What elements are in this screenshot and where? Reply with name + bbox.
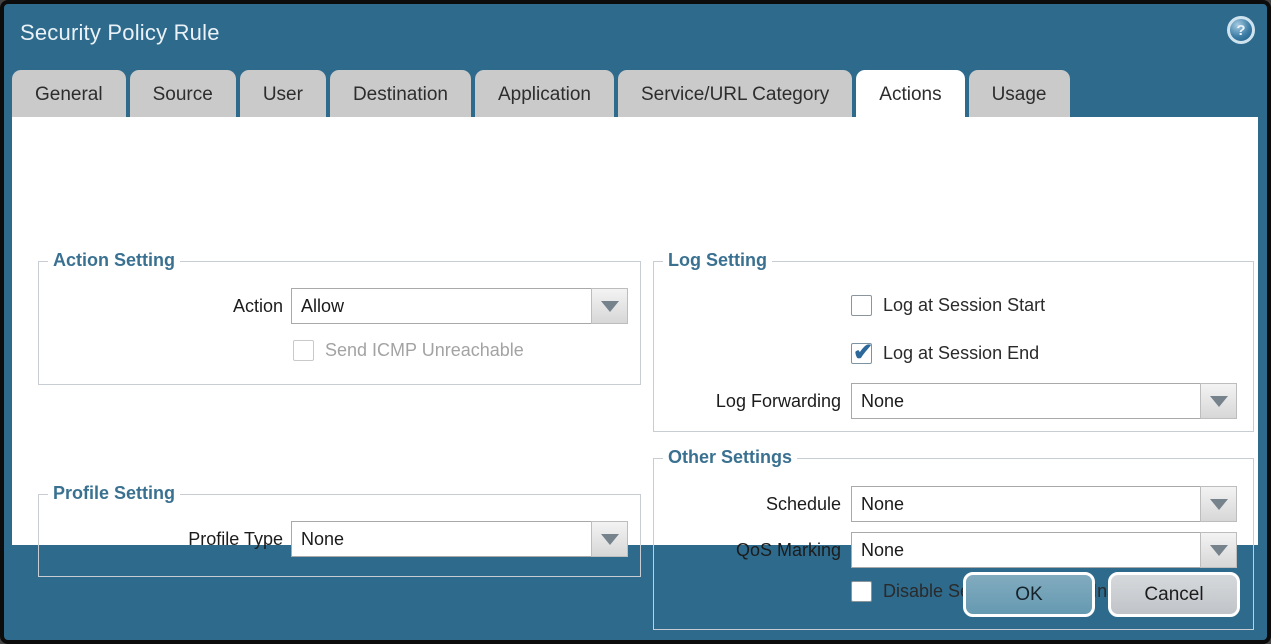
log-forwarding-label: Log Forwarding xyxy=(602,383,841,419)
tab-general[interactable]: General xyxy=(12,70,126,117)
tab-application[interactable]: Application xyxy=(475,70,614,117)
tab-bar: General Source User Destination Applicat… xyxy=(12,70,1070,117)
qos-marking-dropdown-button[interactable] xyxy=(1200,532,1237,568)
profile-type-dropdown-value: None xyxy=(291,521,592,557)
disable-server-response-inspection-checkbox[interactable]: ✔ xyxy=(851,581,872,602)
tab-label: Destination xyxy=(353,84,448,105)
help-icon[interactable]: ? xyxy=(1227,16,1255,44)
schedule-label: Schedule xyxy=(602,486,841,522)
log-forwarding-dropdown-button[interactable] xyxy=(1200,383,1237,419)
schedule-dropdown-value: None xyxy=(851,486,1201,522)
tab-source[interactable]: Source xyxy=(130,70,236,117)
qos-marking-label: QoS Marking xyxy=(602,532,841,568)
log-forwarding-dropdown-value: None xyxy=(851,383,1201,419)
profile-type-label: Profile Type xyxy=(38,521,283,557)
log-setting-legend: Log Setting xyxy=(663,250,772,271)
profile-setting-legend: Profile Setting xyxy=(48,483,180,504)
action-dropdown-button[interactable] xyxy=(591,288,628,324)
chevron-down-icon xyxy=(1210,396,1228,407)
log-at-session-end-label: Log at Session End xyxy=(883,342,1039,365)
qos-marking-dropdown[interactable]: None xyxy=(851,532,1237,568)
log-at-session-end-checkbox[interactable]: ✔ xyxy=(851,343,872,364)
log-at-session-start-label: Log at Session Start xyxy=(883,294,1045,317)
tab-label: Application xyxy=(498,84,591,105)
qos-marking-dropdown-value: None xyxy=(851,532,1201,568)
tab-usage[interactable]: Usage xyxy=(969,70,1070,117)
other-settings-legend: Other Settings xyxy=(663,447,797,468)
tab-actions[interactable]: Actions xyxy=(856,70,964,117)
cancel-button[interactable]: Cancel xyxy=(1108,572,1240,617)
checkmark-icon: ✔ xyxy=(853,344,871,361)
tab-label: Usage xyxy=(992,84,1047,105)
tab-label: User xyxy=(263,84,303,105)
tab-label: Source xyxy=(153,84,213,105)
action-setting-legend: Action Setting xyxy=(48,250,180,271)
tab-label: Actions xyxy=(879,84,941,105)
ok-button-label: OK xyxy=(1015,584,1042,606)
schedule-dropdown[interactable]: None xyxy=(851,486,1237,522)
tab-destination[interactable]: Destination xyxy=(330,70,471,117)
chevron-down-icon xyxy=(1210,499,1228,510)
schedule-dropdown-button[interactable] xyxy=(1200,486,1237,522)
security-policy-rule-dialog: Security Policy Rule ? General Source Us… xyxy=(0,0,1271,644)
profile-type-dropdown[interactable]: None xyxy=(291,521,628,557)
cancel-button-label: Cancel xyxy=(1144,584,1203,606)
log-at-session-start-checkbox[interactable]: ✔ xyxy=(851,295,872,316)
log-forwarding-dropdown[interactable]: None xyxy=(851,383,1237,419)
tab-content-panel: Action Setting Action Allow ✔ document.c… xyxy=(12,117,1258,545)
tab-label: Service/URL Category xyxy=(641,84,829,105)
action-dropdown[interactable]: Allow xyxy=(291,288,628,324)
chevron-down-icon xyxy=(1210,545,1228,556)
dialog-title: Security Policy Rule xyxy=(20,20,220,46)
chevron-down-icon xyxy=(601,301,619,312)
send-icmp-unreachable-checkbox: ✔ xyxy=(293,340,314,361)
action-label: Action xyxy=(38,288,283,324)
tab-user[interactable]: User xyxy=(240,70,326,117)
question-mark-glyph: ? xyxy=(1236,22,1245,39)
tab-label: General xyxy=(35,84,103,105)
ok-button[interactable]: OK xyxy=(963,572,1095,617)
tab-service-url-category[interactable]: Service/URL Category xyxy=(618,70,852,117)
action-dropdown-value: Allow xyxy=(291,288,592,324)
send-icmp-unreachable-label: Send ICMP Unreachable xyxy=(325,339,524,362)
